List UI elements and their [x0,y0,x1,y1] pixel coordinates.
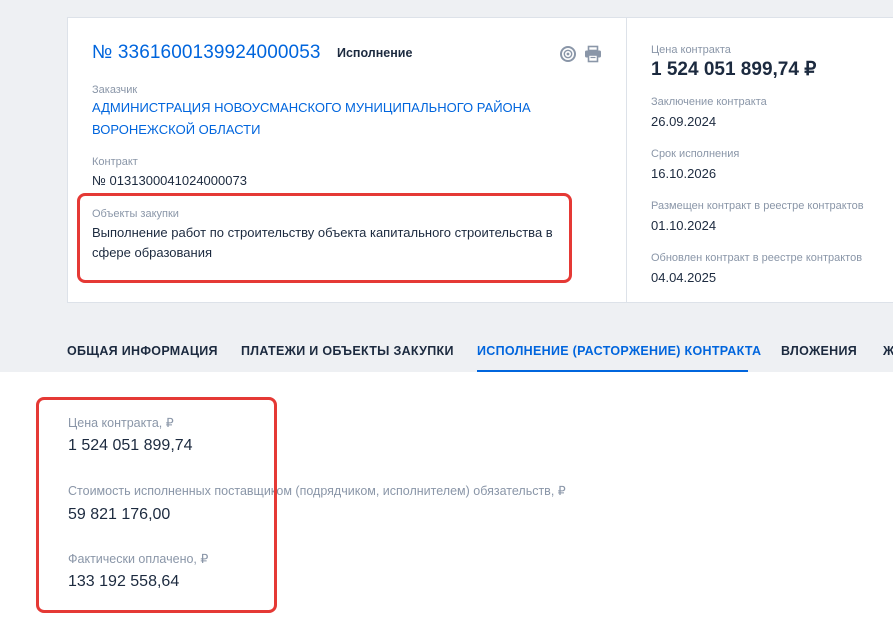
term-date: 16.10.2026 [651,166,717,181]
active-tab-indicator [477,370,748,372]
tab-execution[interactable]: ИСПОЛНЕНИЕ (РАСТОРЖЕНИЕ) КОНТРАКТА [477,344,761,358]
card-divider [626,17,627,303]
customer-name-line2: ВОРОНЕЖСКОЙ ОБЛАСТИ [92,122,261,137]
side-price-value: 1 524 051 899,74 ₽ [651,59,817,80]
tab-payments[interactable]: ПЛАТЕЖИ И ОБЪЕКТЫ ЗАКУПКИ [241,344,454,358]
at-icon[interactable] [558,44,578,64]
customer-link[interactable]: АДМИНИСТРАЦИЯ НОВОУСМАНСКОГО МУНИЦИПАЛЬН… [92,97,572,141]
customer-name-line1: АДМИНИСТРАЦИЯ НОВОУСМАНСКОГО МУНИЦИПАЛЬН… [92,100,531,115]
highlight-objects-box [77,193,572,283]
contract-label: Контракт [92,156,138,168]
tab-attachments[interactable]: ВЛОЖЕНИЯ [781,344,857,358]
conclusion-date: 26.09.2024 [651,114,717,129]
registry-number-link[interactable]: № 3361600139924000053 [92,42,321,64]
tab-general-info[interactable]: ОБЩАЯ ИНФОРМАЦИЯ [67,344,218,358]
printer-icon[interactable] [583,44,603,64]
highlight-execution-box [36,397,277,613]
term-label: Срок исполнения [651,148,740,160]
placed-label: Размещен контракт в реестре контрактов [651,200,864,212]
contract-number: № 0131300041024000073 [92,173,247,188]
status-label: Исполнение [337,46,413,60]
updated-date: 04.04.2025 [651,270,717,285]
side-price-label: Цена контракта [651,44,731,56]
tab-journal[interactable]: Ж [883,344,893,358]
tab-bar: ОБЩАЯ ИНФОРМАЦИЯ ПЛАТЕЖИ И ОБЪЕКТЫ ЗАКУП… [0,336,893,372]
updated-label: Обновлен контракт в реестре контрактов [651,252,863,264]
conclusion-label: Заключение контракта [651,96,767,108]
placed-date: 01.10.2024 [651,218,717,233]
customer-label: Заказчик [92,84,138,96]
